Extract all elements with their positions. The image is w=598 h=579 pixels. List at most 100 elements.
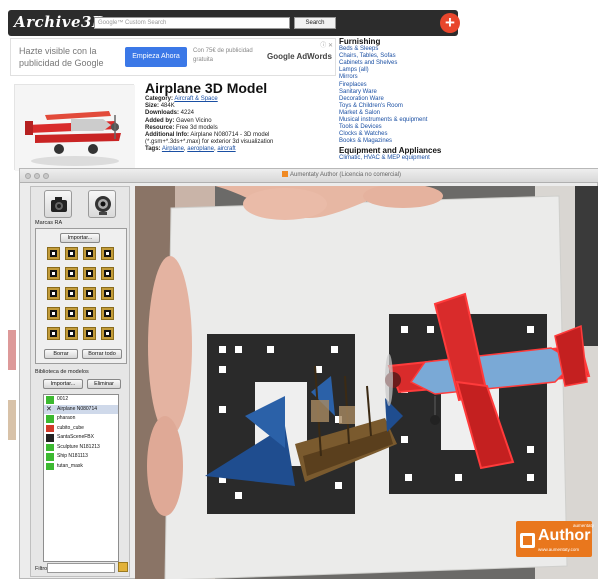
marker-tile[interactable] [101,267,114,280]
category-link[interactable]: Musical instruments & equipment [339,117,469,124]
tags-label: Tags: [145,146,161,153]
marker-tile[interactable] [65,287,78,300]
import-marker-button[interactable]: Importar... [60,233,100,243]
category-link[interactable]: Tools & Devices [339,124,469,131]
black-check-icon [46,434,54,442]
delete-button[interactable]: Borrar [44,349,78,359]
model-library-title: Biblioteca de modelos [35,369,89,375]
model-info: Category: Aircraft & Space Size: 484K Do… [145,96,274,153]
green-check-icon [46,443,54,451]
ad-start-button[interactable]: Empieza Ahora [125,47,187,67]
category-link[interactable]: Mirrors [339,74,469,81]
add-icon[interactable]: + [440,13,460,33]
model-name: tutan_mask [57,462,83,469]
site-search-button[interactable]: Search [294,17,336,29]
category-link[interactable]: Clocks & Watches [339,131,469,138]
category-link[interactable]: Lamps (all) [339,67,469,74]
marker-tile[interactable] [65,267,78,280]
marker-tile[interactable] [47,267,60,280]
tag-link[interactable]: Airplane [162,146,184,152]
category-sidebar: Furnishing Beds & Sleeps Chairs, Tables,… [339,37,469,162]
tag-link[interactable]: aeroplane [187,146,214,152]
green-check-icon [46,396,54,404]
category-link[interactable]: Sanitary Ware [339,89,469,96]
category-link[interactable]: Aircraft & Space [174,96,217,102]
marker-tile[interactable] [101,287,114,300]
downloads-value: 4224 [180,110,195,117]
screenshot-root: Archive3D Google™ Custom Search Search +… [0,0,598,579]
tag-link[interactable]: aircraft [217,146,235,152]
background-sliver [8,400,16,440]
marker-tile[interactable] [83,327,96,340]
green-check-icon [46,453,54,461]
minimize-window-icon[interactable] [34,173,40,179]
red-check-icon [46,424,54,432]
additional-info-label: Additional Info: [145,132,189,139]
ad-brand: Google AdWords [267,52,332,61]
model-thumbnail[interactable] [14,84,135,171]
list-item[interactable]: Ship N181113 [44,452,118,462]
marker-tile[interactable] [47,287,60,300]
size-label: Size: [145,103,160,110]
category-link[interactable]: Market & Salon [339,110,469,117]
marker-tile[interactable] [65,247,78,260]
category-link[interactable]: Beds & Sleeps [339,46,469,53]
filter-search-icon[interactable] [118,562,128,572]
marker-tile[interactable] [101,307,114,320]
list-item[interactable]: SantaSceneFBX [44,433,118,443]
model-name: pharaon [57,415,76,421]
ad-close-icon[interactable]: ⓘ ✕ [320,40,333,49]
model-name: Ship N181113 [57,453,88,459]
marker-tile[interactable] [101,327,114,340]
window-title: Aumentaty Author (Licencia no comercial) [282,171,401,178]
list-item[interactable]: tutan_mask [44,462,118,472]
marker-tile[interactable] [83,247,96,260]
marker-tile[interactable] [83,307,96,320]
added-by-value: Gaven Vicino [176,117,212,124]
category-link[interactable]: Toys & Children's Room [339,103,469,110]
marker-tile[interactable] [47,327,60,340]
size-value: 484K [160,103,175,110]
green-check-icon [46,462,54,470]
list-item[interactable]: pharaon [44,414,118,424]
list-item[interactable]: 0012 [44,395,118,405]
library-import-button[interactable]: Importar... [43,379,83,389]
model-library-list[interactable]: 0012 ✕ Airplane N080714 pharaon cubito_cu… [43,394,119,562]
category-link[interactable]: Books & Magazines [339,138,469,145]
aumentaty-author-badge: aumentaty Author www.aumentaty.com [516,521,594,557]
close-window-icon[interactable] [25,173,31,179]
camera-button[interactable] [44,190,72,218]
zoom-window-icon[interactable] [43,173,49,179]
list-item[interactable]: ✕ Airplane N080714 [44,404,118,414]
list-item[interactable]: Sculpture N181213 [44,443,118,453]
webcam-button[interactable] [88,190,116,218]
marker-tile[interactable] [83,287,96,300]
category-link[interactable]: Decoration Ware [339,96,469,103]
site-logo[interactable]: Archive3D [14,13,105,31]
list-item[interactable]: cubito_cube [44,424,118,434]
category-heading: Equipment and Appliances [339,146,442,156]
marker-tile[interactable] [101,247,114,260]
category-link[interactable]: Chairs, Tables, Sofas [339,53,469,60]
category-link[interactable]: Climatic, HVAC & MEP equipment [339,155,469,162]
marker-tile[interactable] [83,267,96,280]
category-link[interactable]: Cabinets and Shelves [339,60,469,67]
category-heading: Furnishing [339,37,381,46]
marker-tile[interactable] [65,327,78,340]
marker-tile[interactable] [47,307,60,320]
app-icon [282,171,288,177]
model-name: Airplane N080714 [57,405,98,412]
library-delete-button[interactable]: Eliminar [87,379,121,389]
x-mark-icon: ✕ [46,405,52,413]
added-by-label: Added by: [145,117,175,124]
filter-input[interactable] [47,563,115,573]
marker-tile[interactable] [65,307,78,320]
marker-tile[interactable] [47,247,60,260]
window-titlebar[interactable]: Aumentaty Author (Licencia no comercial) [20,169,598,183]
site-search-input[interactable]: Google™ Custom Search [94,17,290,29]
app-window: Aumentaty Author (Licencia no comercial) [19,168,598,579]
google-ad-banner[interactable]: Hazte visible con la publicidad de Googl… [10,38,336,76]
aumentaty-logo-icon [520,533,535,548]
category-link[interactable]: Fireplaces [339,82,469,89]
delete-all-button[interactable]: Borrar todo [82,349,122,359]
